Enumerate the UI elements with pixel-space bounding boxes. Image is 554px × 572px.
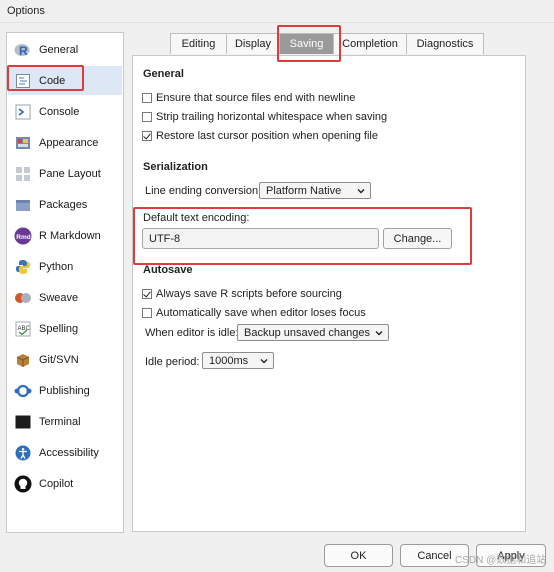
save-before-sourcing-option[interactable]: Always save R scripts before sourcing [142, 288, 342, 300]
ok-button[interactable]: OK [324, 544, 393, 567]
chevron-down-icon [375, 331, 383, 336]
restore-cursor-option[interactable]: Restore last cursor position when openin… [142, 130, 378, 142]
sidebar-item-label: Packages [39, 198, 88, 211]
tab-display[interactable]: Display [226, 33, 280, 54]
chevron-down-icon [357, 189, 365, 194]
sidebar-item-git-svn[interactable]: Git/SVN [8, 345, 122, 374]
sidebar-item-pane-layout[interactable]: Pane Layout [8, 159, 122, 188]
encoding-label: Default text encoding: [143, 212, 250, 224]
terminal-icon [14, 413, 32, 431]
sidebar-item-label: General [39, 43, 79, 56]
change-encoding-button[interactable]: Change... [383, 228, 452, 249]
chevron-down-icon [260, 359, 268, 364]
sidebar-item-console[interactable]: Console [8, 97, 122, 126]
r-logo-icon: R [14, 41, 32, 59]
encoding-value: UTF-8 [149, 232, 181, 245]
tab-saving[interactable]: Saving [279, 33, 334, 54]
pane-layout-icon [14, 165, 32, 183]
ensure-newline-label: Ensure that source files end with newlin… [156, 92, 356, 104]
serialization-heading: Serialization [143, 161, 208, 173]
sidebar-item-copilot[interactable]: Copilot [8, 469, 122, 498]
save-before-sourcing-label: Always save R scripts before sourcing [156, 288, 342, 300]
sidebar-item-accessibility[interactable]: Accessibility [8, 438, 122, 467]
sidebar-item-general[interactable]: R General [8, 35, 122, 64]
packages-icon [14, 196, 32, 214]
save-before-sourcing-checkbox[interactable] [142, 289, 152, 299]
idle-action-value: Backup unsaved changes [244, 326, 370, 339]
svg-text:R: R [19, 44, 28, 58]
sidebar-item-appearance[interactable]: Appearance [8, 128, 122, 157]
publishing-icon [14, 382, 32, 400]
idle-action-select[interactable]: Backup unsaved changes [237, 324, 389, 341]
console-icon [14, 103, 32, 121]
autosave-focus-label: Automatically save when editor loses foc… [156, 307, 366, 319]
autosave-heading: Autosave [143, 264, 193, 276]
strip-whitespace-option[interactable]: Strip trailing horizontal whitespace whe… [142, 111, 387, 123]
sidebar-item-packages[interactable]: Packages [8, 190, 122, 219]
sidebar-item-python[interactable]: Python [8, 252, 122, 281]
idle-period-select[interactable]: 1000ms [202, 352, 274, 369]
sidebar-item-terminal[interactable]: Terminal [8, 407, 122, 436]
rmd-icon: Rmd [14, 227, 32, 245]
sidebar-item-label: R Markdown [39, 229, 101, 242]
sidebar-item-label: Console [39, 105, 80, 118]
accessibility-icon [14, 444, 32, 462]
sidebar-item-label: Accessibility [39, 446, 99, 459]
sidebar-item-publishing[interactable]: Publishing [8, 376, 122, 405]
ensure-newline-option[interactable]: Ensure that source files end with newlin… [142, 92, 355, 104]
sidebar-item-sweave[interactable]: Sweave [8, 283, 122, 312]
idle-label: When editor is idle: [145, 327, 239, 339]
python-icon [14, 258, 32, 276]
window-title: Options [7, 5, 45, 17]
strip-whitespace-checkbox[interactable] [142, 112, 152, 122]
ensure-newline-checkbox[interactable] [142, 93, 152, 103]
sidebar-item-label: Spelling [39, 322, 79, 335]
appearance-icon [14, 134, 32, 152]
strip-whitespace-label: Strip trailing horizontal whitespace whe… [156, 111, 388, 123]
line-ending-label: Line ending conversion: [145, 185, 262, 197]
tab-diagnostics[interactable]: Diagnostics [406, 33, 484, 54]
sidebar-item-label: Copilot [39, 477, 74, 490]
copilot-icon [14, 475, 32, 493]
sidebar-item-code[interactable]: Code [8, 66, 122, 95]
sidebar-item-label: Appearance [39, 136, 99, 149]
sidebar-item-label: Code [39, 74, 66, 87]
sidebar-item-label: Pane Layout [39, 167, 101, 180]
restore-cursor-checkbox[interactable] [142, 131, 152, 141]
sidebar-item-label: Publishing [39, 384, 90, 397]
sidebar-item-r-markdown[interactable]: Rmd R Markdown [8, 221, 122, 250]
line-ending-select[interactable]: Platform Native [259, 182, 371, 199]
sidebar-item-spelling[interactable]: ABC Spelling [8, 314, 122, 343]
idle-period-value: 1000ms [209, 354, 249, 367]
git-icon [14, 351, 32, 369]
window-titlebar: Options [0, 0, 554, 23]
restore-cursor-label: Restore last cursor position when openin… [156, 130, 378, 142]
autosave-focus-checkbox[interactable] [142, 308, 152, 318]
options-sidebar: R General Code Console Appearance Pane L… [6, 32, 124, 533]
code-tabs: Editing Display Saving Completion Diagno… [170, 33, 484, 55]
sidebar-item-label: Git/SVN [39, 353, 79, 366]
sweave-icon [14, 289, 32, 307]
sidebar-item-label: Sweave [39, 291, 79, 304]
watermark-text: CSDN @数据和追站 [455, 555, 547, 566]
encoding-field[interactable]: UTF-8 [142, 228, 379, 249]
idle-period-label: Idle period: [145, 356, 200, 368]
svg-text:Rmd: Rmd [16, 234, 30, 241]
code-icon [14, 72, 32, 90]
line-ending-value: Platform Native [266, 184, 342, 197]
tab-editing[interactable]: Editing [170, 33, 227, 54]
svg-text:ABC: ABC [18, 326, 31, 332]
general-heading: General [143, 68, 184, 80]
sidebar-item-label: Terminal [39, 415, 81, 428]
sidebar-item-label: Python [39, 260, 74, 273]
autosave-focus-option[interactable]: Automatically save when editor loses foc… [142, 307, 366, 319]
spelling-icon: ABC [14, 320, 32, 338]
tab-completion[interactable]: Completion [333, 33, 407, 54]
